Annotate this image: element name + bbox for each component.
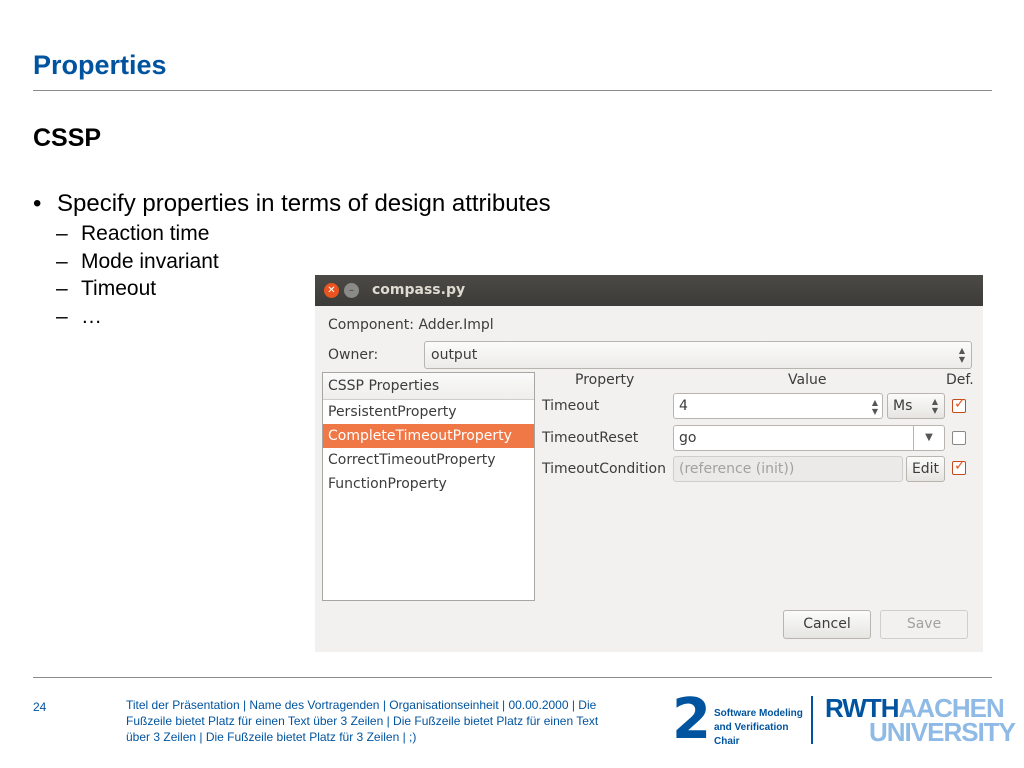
timeoutreset-value: go — [679, 430, 697, 446]
edit-button[interactable]: Edit — [906, 456, 945, 482]
timeoutcondition-value: (reference (init)) — [679, 461, 795, 477]
subitem: – Mode invariant — [56, 250, 219, 273]
owner-select[interactable]: output ▲ ▼ — [424, 341, 972, 369]
def-checkbox-timeout[interactable] — [952, 396, 966, 413]
close-icon[interactable]: ✕ — [324, 283, 339, 298]
compass-dialog: ✕ – compass.py Component: Adder.Impl Own… — [315, 275, 983, 652]
subitem: – Reaction time — [56, 222, 210, 245]
dialog-titlebar: ✕ – compass.py — [315, 275, 983, 306]
def-checkbox-timeoutreset[interactable] — [952, 431, 966, 445]
subitem: –… — [56, 305, 102, 328]
bullet-item: • Specify properties in terms of design a… — [33, 190, 551, 218]
updown-arrows-icon: ▲ ▼ — [958, 346, 965, 364]
list-item[interactable]: FunctionProperty — [323, 472, 534, 496]
timeout-unit: Ms — [893, 398, 913, 414]
timeoutreset-combo[interactable]: go ▼ — [673, 425, 945, 451]
owner-label: Owner: — [328, 347, 379, 363]
subitem-text: … — [81, 305, 102, 328]
page-number: 24 — [33, 700, 47, 714]
footer-divider — [33, 677, 992, 678]
column-def: Def. — [946, 372, 974, 388]
timeout-value: 4 — [679, 398, 688, 414]
timeout-value-input[interactable]: 4 ▲ ▼ — [673, 393, 883, 419]
column-property: Property — [575, 372, 635, 388]
list-item[interactable]: CorrectTimeoutProperty — [323, 448, 534, 472]
row-timeoutcondition-label: TimeoutCondition — [542, 461, 666, 477]
list-item[interactable]: PersistentProperty — [323, 400, 534, 424]
title-divider — [33, 90, 992, 91]
chair-logo: 2 Software Modeling and Verification Cha… — [672, 687, 814, 752]
slide-title: Properties — [33, 50, 167, 80]
timeout-unit-select[interactable]: Ms ▲ ▼ — [887, 393, 945, 419]
def-checkbox-timeoutcondition[interactable] — [952, 458, 966, 475]
subitem-text: Timeout — [81, 277, 157, 300]
logo-number: 2 — [672, 687, 711, 752]
updown-arrows-icon: ▲ ▼ — [931, 397, 938, 415]
cssp-properties-list: CSSP Properties PersistentProperty Compl… — [322, 372, 535, 601]
subitem: – Timeout — [56, 277, 157, 300]
list-item-selected[interactable]: CompleteTimeoutProperty — [323, 424, 534, 448]
chair-name-line1: Software Modeling — [714, 708, 803, 719]
list-header[interactable]: CSSP Properties — [323, 373, 534, 400]
slide-subtitle: CSSP — [33, 124, 102, 152]
component-row: Component: Adder.Impl — [328, 317, 494, 333]
owner-value: output — [431, 347, 478, 363]
chair-name-line2: and Verification Chair — [714, 722, 789, 747]
subitem-text: Mode invariant — [81, 250, 219, 273]
minimize-icon[interactable]: – — [344, 283, 359, 298]
row-timeoutreset-label: TimeoutReset — [542, 430, 639, 446]
logo-university: UNIVERSITY — [869, 717, 1016, 747]
component-value: Adder.Impl — [418, 317, 494, 333]
subitem-text: Reaction time — [81, 222, 210, 245]
cancel-button[interactable]: Cancel — [783, 610, 871, 639]
dropdown-arrow-icon[interactable]: ▼ — [913, 426, 944, 450]
save-button[interactable]: Save — [880, 610, 968, 639]
dialog-title: compass.py — [372, 282, 466, 298]
logo-divider — [811, 696, 813, 744]
bullet-text: Specify properties in terms of design at… — [57, 190, 551, 217]
spinner-arrows-icon[interactable]: ▲ ▼ — [872, 398, 878, 416]
footer-text: Titel der Präsentation | Name des Vortra… — [126, 698, 599, 744]
chair-name: Software Modeling and Verification Chair — [714, 707, 814, 749]
timeoutcondition-input: (reference (init)) — [673, 456, 903, 482]
column-value: Value — [788, 372, 827, 388]
university-logo: RWTHAACHEN UNIVERSITY — [825, 695, 1016, 747]
component-label: Component: — [328, 317, 414, 333]
bullet-dot: • — [33, 190, 42, 217]
row-timeout-label: Timeout — [542, 398, 600, 414]
